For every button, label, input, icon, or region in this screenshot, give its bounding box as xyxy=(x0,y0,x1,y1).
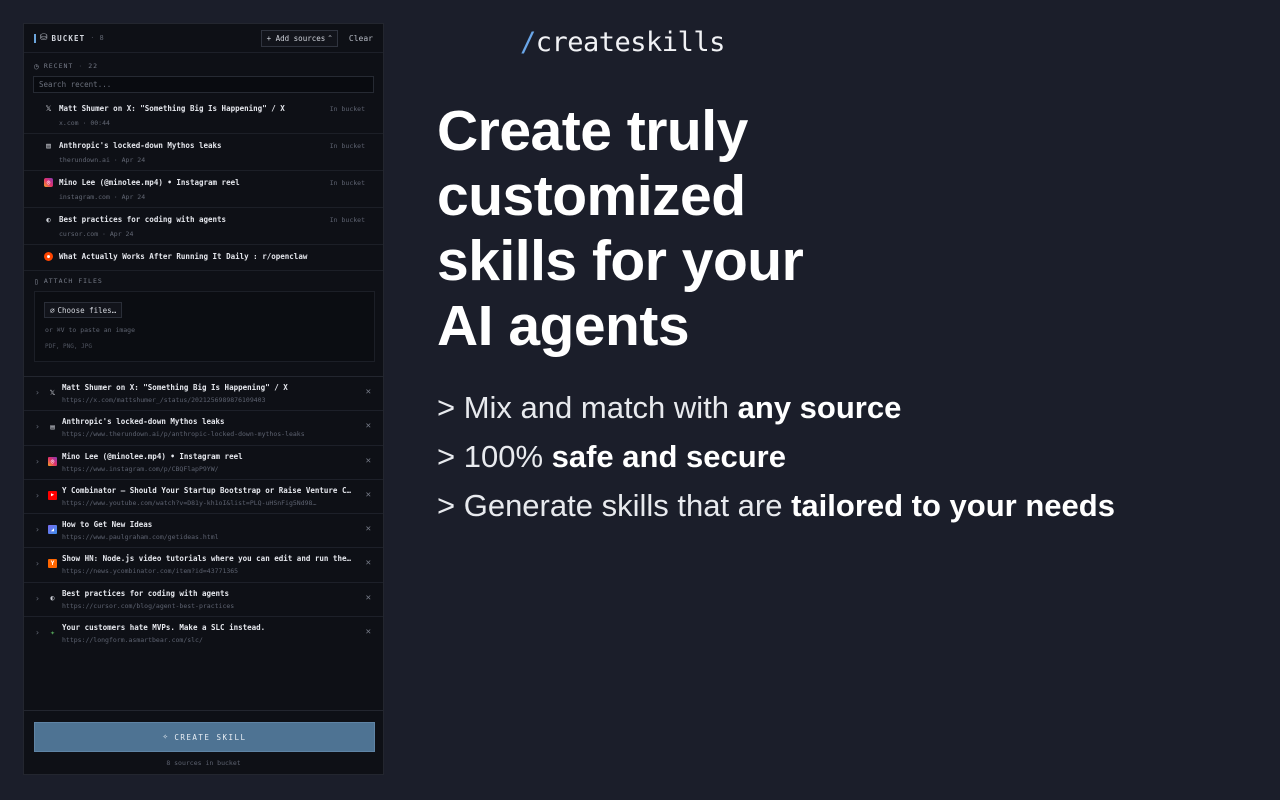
add-sources-button[interactable]: + Add sources ^ xyxy=(260,29,338,47)
chevron-right-icon[interactable]: › xyxy=(35,491,40,500)
chevron-right-icon[interactable]: › xyxy=(35,525,40,534)
in-bucket-badge: In bucket xyxy=(329,142,365,150)
chevron-right-icon[interactable]: › xyxy=(35,388,40,397)
chevron-right-icon[interactable]: › xyxy=(35,422,40,431)
x-icon: 𝕏 xyxy=(45,104,52,113)
paste-hint: or ⌘V to paste an image xyxy=(45,326,136,334)
paulgraham-icon: ◢ xyxy=(48,525,57,535)
cursor-icon: ◐ xyxy=(50,594,55,603)
newspaper-icon: ▤ xyxy=(50,422,55,431)
in-bucket-badge: In bucket xyxy=(329,179,365,187)
attach-files-label: ▯ ATTACH FILES xyxy=(34,276,103,286)
chevron-right-icon[interactable]: › xyxy=(35,628,40,637)
choose-files-button[interactable]: ⌀ Choose files… xyxy=(44,302,123,318)
reddit-icon: ● xyxy=(44,252,53,261)
recent-item[interactable]: 𝕏 Matt Shumer on X: "Something Big Is Ha… xyxy=(24,97,383,134)
headline-line: AI agents xyxy=(437,294,690,358)
chevron-right-icon[interactable]: › xyxy=(35,559,40,568)
close-icon[interactable]: ✕ xyxy=(366,387,371,397)
recent-item[interactable]: ● What Actually Works After Running It D… xyxy=(24,245,383,271)
close-icon[interactable]: ✕ xyxy=(366,524,371,534)
bucket-item[interactable]: › ◎ Mino Lee (@minolee.mp4) • Instagram … xyxy=(24,446,383,480)
bucket-item[interactable]: › Y Show HN: Node.js video tutorials whe… xyxy=(24,548,383,583)
panel-footer: ✧ CREATE SKILL 8 sources in bucket xyxy=(24,710,383,774)
ycombinator-icon: Y xyxy=(48,559,57,569)
recent-item[interactable]: ◎ Mino Lee (@minolee.mp4) • Instagram re… xyxy=(24,171,383,208)
recent-count: 22 xyxy=(88,62,99,70)
instagram-icon: ◎ xyxy=(44,178,53,187)
feature-item: > 100% safe and secure xyxy=(437,439,786,474)
chevron-right-icon[interactable]: › xyxy=(35,594,40,603)
clear-button[interactable]: Clear xyxy=(349,34,373,43)
bucket-item[interactable]: › 𝕏 Matt Shumer on X: "Something Big Is … xyxy=(24,377,383,412)
headline-line: Create truly xyxy=(437,99,748,163)
newspaper-icon: ▤ xyxy=(46,141,51,150)
file-dropzone[interactable]: ⌀ Choose files… or ⌘V to paste an image … xyxy=(34,291,375,362)
separator-dot: · xyxy=(90,34,95,42)
headline-line: skills for your xyxy=(437,229,804,293)
close-icon[interactable]: ✕ xyxy=(366,627,371,637)
cursor-icon: ◐ xyxy=(46,215,51,224)
search-recent[interactable] xyxy=(33,76,374,93)
accent-bar xyxy=(34,33,36,43)
paperclip-icon: ⌀ xyxy=(50,305,55,315)
youtube-icon: ▶ xyxy=(48,490,57,500)
smartbear-icon: ✦ xyxy=(50,628,55,638)
close-icon[interactable]: ✕ xyxy=(366,593,371,603)
recent-item[interactable]: ◐ Best practices for coding with agents … xyxy=(24,208,383,245)
in-bucket-badge: In bucket xyxy=(329,216,365,224)
recent-item[interactable]: ▤ Anthropic's locked-down Mythos leaks t… xyxy=(24,134,383,171)
feature-item: > Mix and match with any source xyxy=(437,390,902,425)
brand-logo: /createskills xyxy=(520,27,725,58)
instagram-icon: ◎ xyxy=(48,456,57,466)
bucket-title: BUCKET xyxy=(51,33,86,43)
file-types: PDF, PNG, JPG xyxy=(45,343,92,350)
close-icon[interactable]: ✕ xyxy=(366,421,371,431)
bucket-header: ⛁ BUCKET · 8 + Add sources ^ Clear xyxy=(24,24,383,53)
bucket-item[interactable]: › ◐ Best practices for coding with agent… xyxy=(24,583,383,618)
recent-section-label: ◷ RECENT · 22 xyxy=(34,61,99,71)
bucket-list: › 𝕏 Matt Shumer on X: "Something Big Is … xyxy=(24,376,383,651)
create-skill-button[interactable]: ✧ CREATE SKILL xyxy=(34,722,375,752)
chevron-right-icon[interactable]: › xyxy=(35,457,40,466)
recent-list: 𝕏 Matt Shumer on X: "Something Big Is Ha… xyxy=(24,97,383,271)
sparkle-icon: ✧ xyxy=(162,732,170,742)
headline-line: customized xyxy=(437,164,746,228)
close-icon[interactable]: ✕ xyxy=(366,456,371,466)
bucket-item[interactable]: › ◢ How to Get New Ideas https://www.pau… xyxy=(24,514,383,549)
close-icon[interactable]: ✕ xyxy=(366,490,371,500)
search-recent-input[interactable] xyxy=(39,80,368,89)
hero-headline: Create truly customized skills for your … xyxy=(437,99,1197,359)
bucket-item[interactable]: › ✦ Your customers hate MVPs. Make a SLC… xyxy=(24,617,383,651)
file-icon: ▯ xyxy=(34,276,40,286)
attach-files-section: ▯ ATTACH FILES ⌀ Choose files… or ⌘V to … xyxy=(24,274,383,362)
bucket-count: 8 xyxy=(99,34,104,42)
clock-icon: ◷ xyxy=(34,61,40,71)
bucket-panel: ⛁ BUCKET · 8 + Add sources ^ Clear ◷ REC… xyxy=(23,23,384,775)
feature-item: > Generate skills that are tailored to y… xyxy=(437,488,1115,523)
chevron-up-icon: ^ xyxy=(328,34,332,42)
in-bucket-badge: In bucket xyxy=(329,105,365,113)
sources-count-note: 8 sources in bucket xyxy=(166,759,241,767)
bucket-item[interactable]: › ▶ Y Combinator – Should Your Startup B… xyxy=(24,480,383,515)
feature-list: > Mix and match with any source > 100% s… xyxy=(437,386,1115,533)
close-icon[interactable]: ✕ xyxy=(366,558,371,568)
bucket-item[interactable]: › ▤ Anthropic's locked-down Mythos leaks… xyxy=(24,411,383,446)
x-icon: 𝕏 xyxy=(49,388,56,397)
bucket-icon: ⛁ xyxy=(40,33,48,43)
